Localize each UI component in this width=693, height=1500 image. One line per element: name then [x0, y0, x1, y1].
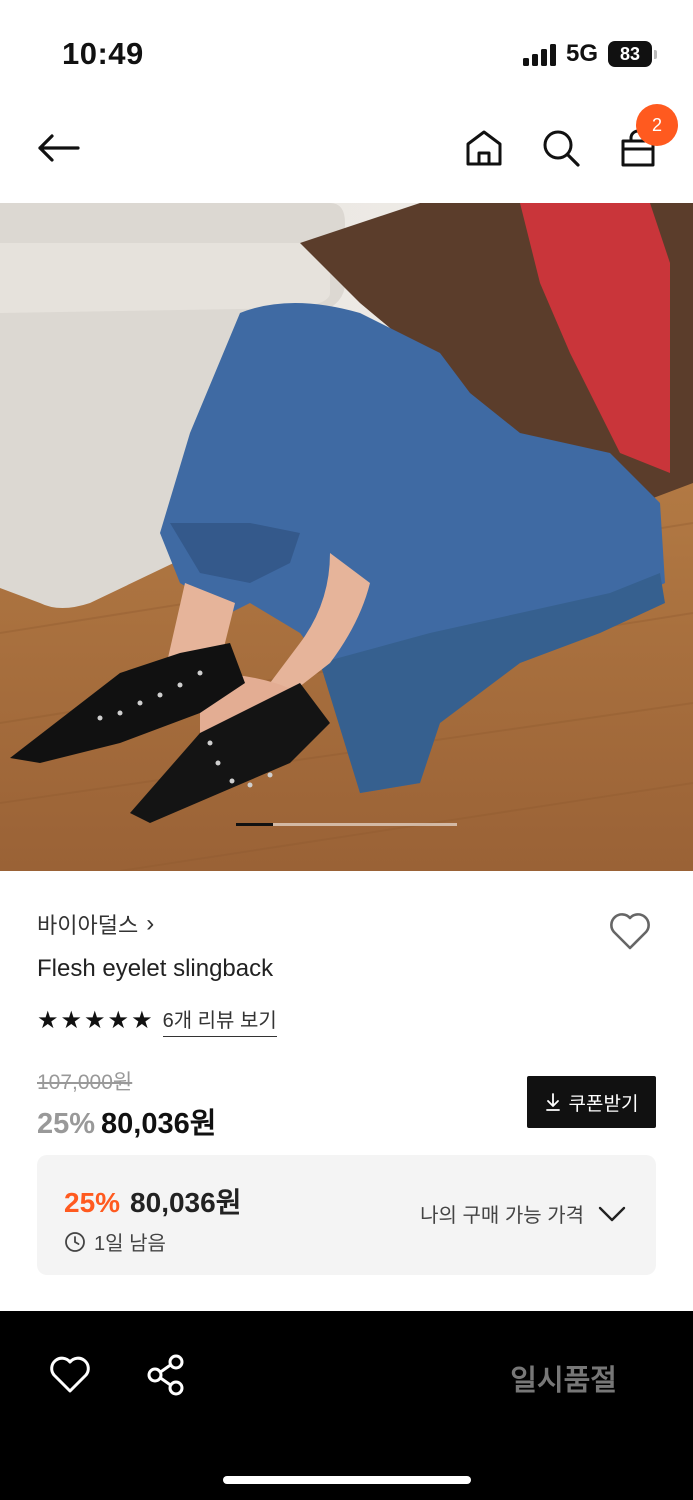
signal-icon [522, 42, 556, 66]
heart-icon [50, 1356, 90, 1393]
my-price-label: 나의 구매 가능 가격 [420, 1205, 584, 1227]
battery-icon: 83 [608, 41, 657, 67]
network-type: 5G [565, 40, 598, 67]
home-button[interactable] [460, 124, 508, 172]
star-icon: ★ [107, 1006, 130, 1034]
share-icon [147, 1354, 184, 1396]
time-remaining-text: 1일 남음 [94, 1233, 166, 1255]
share-button[interactable] [142, 1351, 190, 1399]
rating-stars: ★ ★ ★ ★ ★ [37, 1006, 153, 1034]
product-photo [0, 203, 693, 871]
carousel-indicator [236, 823, 457, 826]
star-icon: ★ [131, 1006, 153, 1034]
coupon-button-label: 쿠폰받기 [568, 1093, 639, 1115]
star-icon: ★ [84, 1006, 106, 1034]
my-price-row: 25% 80,036원 [64, 1181, 241, 1221]
review-link[interactable]: 6개 리뷰 보기 [162, 1004, 277, 1037]
status-time: 10:49 [62, 36, 144, 71]
heart-icon [610, 913, 650, 950]
carousel-indicator-active [236, 823, 273, 826]
battery-level: 83 [608, 41, 652, 67]
time-remaining: 1일 남음 [64, 1227, 166, 1256]
rating-row: ★ ★ ★ ★ ★ 6개 리뷰 보기 [37, 1004, 277, 1037]
soldout-status: 일시품절 [510, 1365, 617, 1397]
clock-icon [65, 1231, 85, 1252]
my-discount-rate: 25% [64, 1187, 121, 1218]
download-icon [545, 1093, 560, 1111]
wishlist-button[interactable] [606, 906, 654, 954]
star-icon: ★ [60, 1006, 83, 1034]
status-indicators: 5G 83 [522, 40, 657, 68]
price-row: 25% 80,036원 [37, 1100, 216, 1142]
sale-price: 80,036원 [101, 1108, 217, 1140]
brand-name: 바이아덜스 [37, 913, 139, 938]
bottom-wishlist-button[interactable] [46, 1351, 94, 1399]
bottom-action-bar: 일시품절 [0, 1311, 693, 1500]
chevron-right-icon: › [146, 910, 155, 937]
brand-link[interactable]: 바이아덜스 › [37, 908, 154, 940]
my-price-toggle[interactable]: 나의 구매 가능 가격 [420, 1199, 626, 1228]
chevron-down-icon [598, 1206, 626, 1221]
cart-count-badge: 2 [636, 104, 678, 146]
original-price: 107,000원 [37, 1071, 133, 1094]
product-image-carousel[interactable] [0, 203, 693, 871]
home-icon [466, 130, 502, 166]
star-icon: ★ [37, 1006, 59, 1034]
search-button[interactable] [537, 124, 585, 172]
back-button[interactable] [34, 124, 82, 172]
search-icon [543, 130, 580, 167]
status-bar: 10:49 5G 83 [0, 0, 693, 100]
arrow-left-icon [38, 134, 80, 162]
coupon-download-button[interactable]: 쿠폰받기 [527, 1076, 656, 1128]
discount-rate: 25% [37, 1108, 96, 1140]
product-name: Flesh eyelet slingback [37, 955, 274, 982]
home-indicator [223, 1476, 471, 1484]
top-navigation [0, 100, 693, 203]
my-price-box: 25% 80,036원 1일 남음 나의 구매 가능 가격 [37, 1155, 656, 1275]
my-final-price: 80,036원 [130, 1187, 242, 1218]
